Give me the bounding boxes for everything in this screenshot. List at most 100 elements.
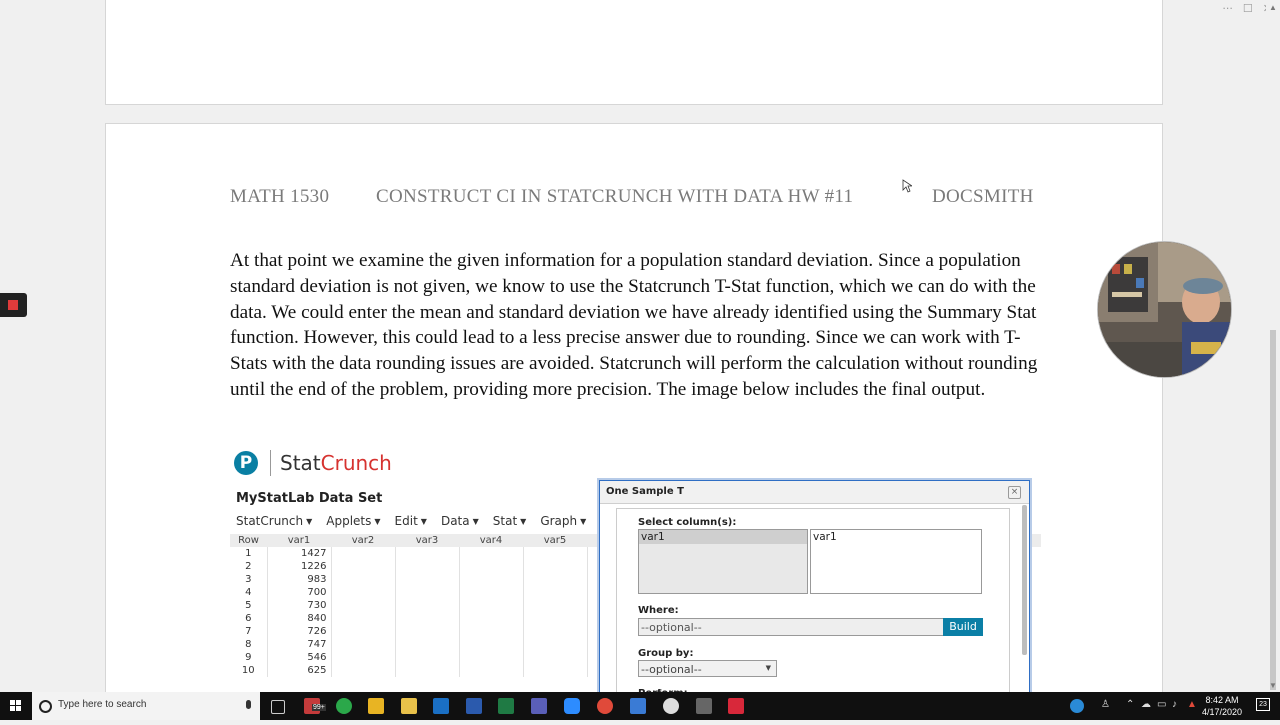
microphone-icon[interactable] [246,700,251,709]
cell-empty[interactable] [331,599,396,612]
cell-empty[interactable] [395,586,460,599]
cell-empty[interactable] [523,612,588,625]
task-view-icon[interactable] [271,700,285,714]
cell-empty[interactable] [395,599,460,612]
restore-icon[interactable]: ☐ [1243,2,1253,15]
people-icon[interactable]: ♙ [1101,699,1110,710]
cell-empty[interactable] [459,586,524,599]
onedrive-icon[interactable]: ☁ [1141,699,1151,710]
cell-empty[interactable] [459,638,524,651]
cell-empty[interactable] [459,573,524,586]
dialog-scrollbar[interactable] [1022,505,1027,655]
available-columns-list[interactable]: var1 [638,529,808,594]
cell-empty[interactable] [523,599,588,612]
menu-applets[interactable]: Applets ▼ [326,514,380,528]
scroll-up-icon[interactable]: ▲ [1269,3,1277,12]
col-header-var3[interactable]: var3 [395,534,459,547]
cell-empty[interactable] [459,612,524,625]
file-explorer-icon[interactable] [401,698,417,714]
document-app-icon[interactable] [630,698,646,714]
close-icon[interactable]: × [1008,486,1021,499]
where-input[interactable]: --optional-- [638,618,944,636]
menu-stat[interactable]: Stat ▼ [493,514,527,528]
col-header-var2[interactable]: var2 [331,534,395,547]
cell-var1[interactable]: 546 [267,651,332,664]
group-by-select[interactable]: --optional-- ▼ [638,660,777,677]
cell-var1[interactable]: 1226 [267,560,332,573]
cell-empty[interactable] [459,599,524,612]
document-scrollbar[interactable]: ▲ ▼ [1266,0,1280,692]
cell-empty[interactable] [523,560,588,573]
cell-empty[interactable] [331,573,396,586]
available-column-item[interactable]: var1 [639,530,807,544]
selected-columns-list[interactable]: var1 [810,529,982,594]
scrollbar-thumb[interactable] [1270,330,1276,690]
dialog-titlebar[interactable]: One Sample T × [600,481,1029,504]
cell-empty[interactable] [395,612,460,625]
photos-app-icon[interactable] [696,698,712,714]
cell-empty[interactable] [459,664,524,677]
menu-edit[interactable]: Edit ▼ [395,514,427,528]
teams-icon[interactable] [531,698,547,714]
cell-empty[interactable] [331,586,396,599]
slack-app-icon[interactable] [336,698,352,714]
generic-app-icon[interactable] [663,698,679,714]
more-icon[interactable]: ··· [1222,2,1233,15]
volume-icon[interactable]: ♪ [1172,699,1177,710]
network-icon[interactable]: ▭ [1157,699,1166,710]
word-icon[interactable] [466,698,482,714]
start-button[interactable] [0,692,32,720]
cell-empty[interactable] [523,586,588,599]
chevron-up-icon[interactable]: ⌃ [1126,699,1134,710]
quizlet-app-icon[interactable] [728,698,744,714]
cell-empty[interactable] [331,625,396,638]
excel-icon[interactable] [498,698,514,714]
mail-app-icon[interactable]: 99+ [304,698,326,714]
cell-var1[interactable]: 625 [267,664,332,677]
cell-empty[interactable] [523,625,588,638]
system-clock[interactable]: 8:42 AM 4/17/2020 [1202,694,1242,718]
cell-var1[interactable]: 1427 [267,547,332,560]
col-header-var5[interactable]: var5 [523,534,587,547]
taskbar-search[interactable]: Type here to search [32,692,260,720]
cell-empty[interactable] [523,573,588,586]
cell-var1[interactable]: 747 [267,638,332,651]
cell-empty[interactable] [523,638,588,651]
cell-empty[interactable] [523,664,588,677]
cell-empty[interactable] [331,651,396,664]
menu-graph[interactable]: Graph ▼ [540,514,586,528]
cell-var1[interactable]: 730 [267,599,332,612]
cell-empty[interactable] [331,612,396,625]
cell-var1[interactable]: 840 [267,612,332,625]
cell-empty[interactable] [395,547,460,560]
help-icon[interactable] [1070,699,1084,713]
cell-empty[interactable] [523,547,588,560]
cell-empty[interactable] [331,560,396,573]
notification-icon[interactable]: 23 [1256,698,1270,711]
cell-empty[interactable] [395,560,460,573]
chrome-icon[interactable] [597,698,613,714]
build-button[interactable]: Build [943,618,983,636]
cell-var1[interactable]: 700 [267,586,332,599]
cell-empty[interactable] [459,560,524,573]
menu-data[interactable]: Data ▼ [441,514,479,528]
cell-empty[interactable] [395,625,460,638]
security-icon[interactable]: ▲ [1187,699,1197,710]
cell-empty[interactable] [331,664,396,677]
zoom-icon[interactable] [564,698,580,714]
cell-empty[interactable] [331,547,396,560]
outlook-icon[interactable] [433,698,449,714]
cell-empty[interactable] [459,547,524,560]
cell-empty[interactable] [395,573,460,586]
cell-empty[interactable] [395,664,460,677]
cell-empty[interactable] [523,651,588,664]
col-header-var4[interactable]: var4 [459,534,523,547]
cell-empty[interactable] [395,638,460,651]
selected-column-item[interactable]: var1 [813,531,837,543]
scroll-down-icon[interactable]: ▼ [1269,681,1277,690]
record-indicator[interactable] [0,293,27,317]
store-app-icon[interactable] [368,698,384,714]
cell-empty[interactable] [459,625,524,638]
cell-var1[interactable]: 983 [267,573,332,586]
cell-empty[interactable] [459,651,524,664]
